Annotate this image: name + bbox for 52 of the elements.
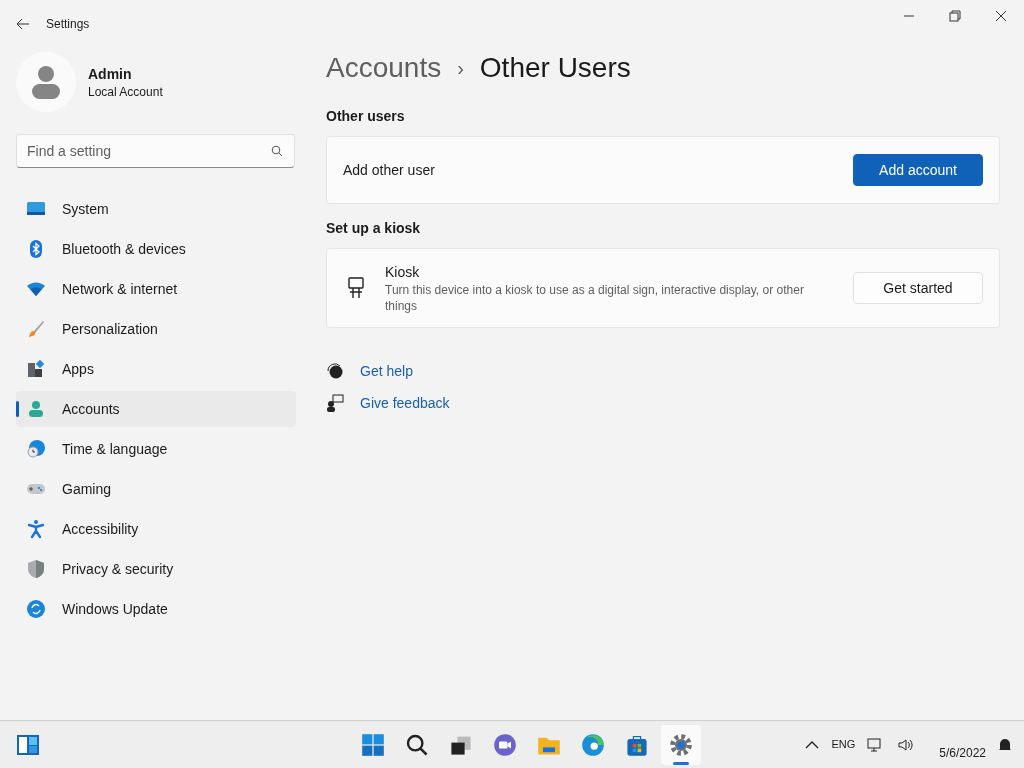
gear-icon	[669, 732, 693, 757]
sidebar-item[interactable]: Personalization	[16, 311, 296, 347]
selection-indicator	[16, 401, 19, 417]
sidebar-item[interactable]: System	[16, 191, 296, 227]
language-indicator[interactable]: ENG	[831, 736, 856, 753]
accessibility-icon	[26, 519, 46, 539]
speaker-icon[interactable]	[897, 736, 916, 753]
breadcrumb-separator: ›	[457, 56, 464, 81]
search-icon	[271, 145, 283, 157]
card-title: Add other user	[343, 161, 436, 180]
sidebar-item[interactable]: Bluetooth & devices	[16, 231, 296, 267]
windows-logo-icon	[361, 732, 385, 757]
section-heading: Set up a kiosk	[326, 219, 422, 238]
help-link[interactable]: Get help	[360, 361, 413, 381]
person-icon	[26, 399, 46, 419]
window-title: Settings	[46, 16, 90, 32]
account-type: Local Account	[88, 84, 163, 100]
paintbrush-icon	[26, 319, 46, 339]
card-title: Kiosk	[385, 263, 421, 282]
sidebar-item[interactable]: Gaming	[16, 471, 296, 507]
apps-icon	[26, 359, 46, 379]
notification-bell-icon[interactable]	[998, 736, 1012, 753]
page-title: Other Users	[479, 51, 631, 85]
browser-icon	[581, 732, 605, 757]
sidebar-item[interactable]: Apps	[16, 351, 296, 387]
sidebar-item[interactable]: Network & internet	[16, 271, 296, 307]
video-chat-icon	[493, 732, 517, 757]
chevron-up-icon[interactable]	[805, 739, 820, 750]
sidebar-item[interactable]: Accessibility	[16, 511, 296, 547]
shield-icon	[26, 559, 46, 579]
back-arrow-icon[interactable]	[16, 17, 30, 31]
section-heading: Other users	[326, 107, 406, 126]
add-account-button[interactable]: Add account	[853, 154, 983, 186]
sidebar-item[interactable]: Windows Update	[16, 591, 296, 627]
search-field[interactable]: Find a setting	[16, 134, 295, 168]
running-indicator	[673, 761, 689, 765]
sidebar-item[interactable]: Privacy & security	[16, 551, 296, 587]
feedback-person-icon	[326, 394, 344, 412]
search-icon	[405, 732, 429, 757]
breadcrumb-link[interactable]: Accounts	[326, 47, 442, 89]
kiosk-stand-icon	[347, 277, 365, 299]
card-description: Turn this device into a kiosk to use as a digital sign, interactive display, or other things	[385, 282, 805, 314]
sidebar-item[interactable]: Accounts	[16, 391, 296, 427]
clock-date[interactable]: 5/6/2022	[939, 744, 986, 761]
widgets-icon[interactable]	[16, 733, 40, 756]
help-link[interactable]: Give feedback	[360, 393, 450, 413]
profile-name: Admin	[88, 65, 133, 84]
sidebar-item[interactable]: Time & language	[16, 431, 296, 467]
sync-icon	[26, 599, 46, 619]
get-started-button[interactable]: Get started	[853, 272, 983, 304]
person-silhouette-icon	[31, 65, 61, 99]
clock-globe-icon	[26, 439, 46, 459]
